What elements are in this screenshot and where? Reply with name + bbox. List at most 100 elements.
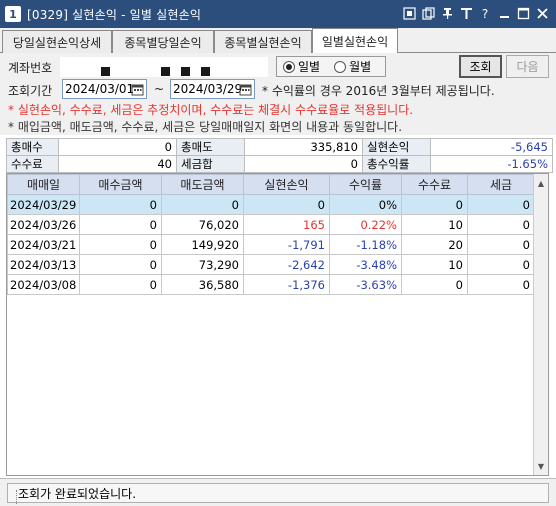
cell-sell-amount: 149,920	[161, 234, 244, 255]
masked-digit	[201, 67, 210, 76]
cell-buy-amount: 0	[79, 194, 162, 215]
cell-fee: 10	[401, 254, 468, 275]
account-number-field[interactable]	[60, 57, 268, 77]
cell-buy-amount: 0	[79, 254, 162, 275]
scroll-down-icon[interactable]: ▼	[534, 458, 548, 474]
col-header-fee[interactable]: 수수료	[401, 174, 468, 195]
cell-sell-amount: 36,580	[161, 274, 244, 295]
tab-stock-realized-pnl[interactable]: 종목별실현손익	[214, 30, 312, 53]
status-message: 조회가 완료되었습니다.	[18, 486, 137, 501]
table-row[interactable]: 2024/03/21 0 149,920 -1,791 -1.18% 20 0	[7, 234, 535, 255]
next-button[interactable]: 다음	[506, 55, 549, 78]
cell-fee: 0	[401, 194, 468, 215]
period-type-radio-group: 일별 월별	[276, 56, 386, 77]
radio-monthly-label: 월별	[349, 60, 372, 74]
daily-pnl-grid: 매매일 매수금액 매도금액 실현손익 수익률 수수료 세금 2024/03/29…	[6, 173, 549, 476]
cell-fee: 10	[401, 214, 468, 235]
start-date-input[interactable]: 2024/03/01	[62, 79, 147, 99]
radio-monthly[interactable]: 월별	[334, 58, 371, 75]
cell-trade-date: 2024/03/21	[7, 234, 80, 255]
title-icons: ?	[401, 5, 550, 22]
total-sell-value: 335,810	[244, 138, 363, 156]
help-icon[interactable]: ?	[477, 5, 493, 22]
cell-realized-pnl: 0	[243, 194, 330, 215]
cell-tax: 0	[467, 214, 535, 235]
end-date-value: 2024/03/29	[173, 82, 243, 96]
calendar-icon[interactable]	[237, 81, 253, 97]
col-header-trade-date[interactable]: 매매일	[7, 174, 80, 195]
table-row[interactable]: 2024/03/29 0 0 0 0% 0 0	[7, 194, 535, 215]
cell-fee: 0	[401, 274, 468, 295]
pin-icon[interactable]	[439, 5, 455, 22]
table-row[interactable]: 2024/03/26 0 76,020 165 0.22% 10 0	[7, 214, 535, 235]
calendar-icon[interactable]	[129, 81, 145, 97]
end-date-input[interactable]: 2024/03/29	[170, 79, 255, 99]
fee-label: 수수료	[6, 155, 59, 173]
total-return-label: 총수익률	[362, 155, 431, 173]
tab-stock-today-pnl[interactable]: 종목별당일손익	[112, 30, 214, 53]
cell-return-rate: -1.18%	[329, 234, 402, 255]
cell-buy-amount: 0	[79, 234, 162, 255]
same-content-notice: * 매입금액, 매도금액, 수수료, 세금은 당일매매일지 화면의 내용과 동일…	[8, 120, 403, 134]
tab-bar: 당일실현손익상세 종목별당일손익 종목별실현손익 일별실현손익	[0, 28, 556, 53]
cell-return-rate: 0%	[329, 194, 402, 215]
vertical-scrollbar[interactable]: ▲ ▼	[533, 174, 548, 475]
cell-realized-pnl: 165	[243, 214, 330, 235]
cell-realized-pnl: -1,791	[243, 234, 330, 255]
radio-daily-dot[interactable]	[283, 60, 295, 73]
radio-monthly-dot[interactable]	[334, 60, 347, 73]
scroll-up-icon[interactable]: ▲	[534, 175, 548, 191]
search-button[interactable]: 조회	[459, 55, 502, 78]
cell-trade-date: 2024/03/08	[7, 274, 80, 295]
cell-buy-amount: 0	[79, 214, 162, 235]
grip-icon	[16, 490, 19, 504]
summary-row: 수수료 40 세금합 0 총수익률 -1.65%	[6, 155, 553, 173]
cell-realized-pnl: -2,642	[243, 254, 330, 275]
window-title: [0329] 실현손익 - 일별 실현손익	[27, 7, 202, 22]
total-buy-value: 0	[58, 138, 177, 156]
cell-trade-date: 2024/03/26	[7, 214, 80, 235]
status-message-box: 조회가 완료되었습니다.	[7, 483, 549, 504]
cell-sell-amount: 76,020	[161, 214, 244, 235]
title-bar: 1 [0329] 실현손익 - 일별 실현손익 ?	[0, 0, 556, 28]
cell-tax: 0	[467, 194, 535, 215]
window-number-icon: 1	[5, 6, 21, 22]
tab-daily-realized-pnl[interactable]: 일별실현손익	[312, 28, 398, 53]
cell-realized-pnl: -1,376	[243, 274, 330, 295]
cell-return-rate: -3.63%	[329, 274, 402, 295]
return-rate-note: * 수익률의 경우 2016년 3월부터 제공됩니다.	[262, 84, 495, 98]
realized-pnl-value: -5,645	[430, 138, 553, 156]
grid-table: 매매일 매수금액 매도금액 실현손익 수익률 수수료 세금 2024/03/29…	[7, 174, 535, 295]
cell-sell-amount: 0	[161, 194, 244, 215]
col-header-realized-pnl[interactable]: 실현손익	[243, 174, 330, 195]
close-icon[interactable]	[534, 5, 550, 22]
total-return-value: -1.65%	[430, 155, 553, 173]
summary-row: 총매수 0 총매도 335,810 실현손익 -5,645	[6, 138, 553, 156]
masked-digit	[181, 67, 190, 76]
col-header-sell-amount[interactable]: 매도금액	[161, 174, 244, 195]
col-header-tax[interactable]: 세금	[467, 174, 535, 195]
maximize-icon[interactable]	[515, 5, 531, 22]
minimize-icon[interactable]	[496, 5, 512, 22]
text-icon[interactable]	[458, 5, 474, 22]
tax-sum-value: 0	[244, 155, 363, 173]
tab-today-realized-detail[interactable]: 당일실현손익상세	[2, 30, 112, 53]
col-header-buy-amount[interactable]: 매수금액	[79, 174, 162, 195]
date-range-separator: ~	[154, 82, 165, 96]
table-row[interactable]: 2024/03/08 0 36,580 -1,376 -3.63% 0 0	[7, 274, 535, 295]
tax-sum-label: 세금합	[176, 155, 245, 173]
cell-tax: 0	[467, 234, 535, 255]
query-panel: 계좌번호 일별 월별 조회 다음 조회기간 2024/03/01 ~ 2024/…	[0, 53, 556, 135]
realized-pnl-label: 실현손익	[362, 138, 431, 156]
period-label: 조회기간	[8, 84, 53, 98]
masked-digit	[101, 67, 110, 76]
grid-header-row: 매매일 매수금액 매도금액 실현손익 수익률 수수료 세금	[7, 174, 535, 195]
account-label: 계좌번호	[8, 61, 53, 75]
cell-tax: 0	[467, 274, 535, 295]
copy-icon[interactable]	[420, 5, 436, 22]
radio-daily-label: 일별	[298, 60, 321, 74]
col-header-return-rate[interactable]: 수익률	[329, 174, 402, 195]
radio-daily[interactable]: 일별	[283, 58, 320, 75]
link-icon[interactable]	[401, 5, 417, 22]
table-row[interactable]: 2024/03/13 0 73,290 -2,642 -3.48% 10 0	[7, 254, 535, 275]
